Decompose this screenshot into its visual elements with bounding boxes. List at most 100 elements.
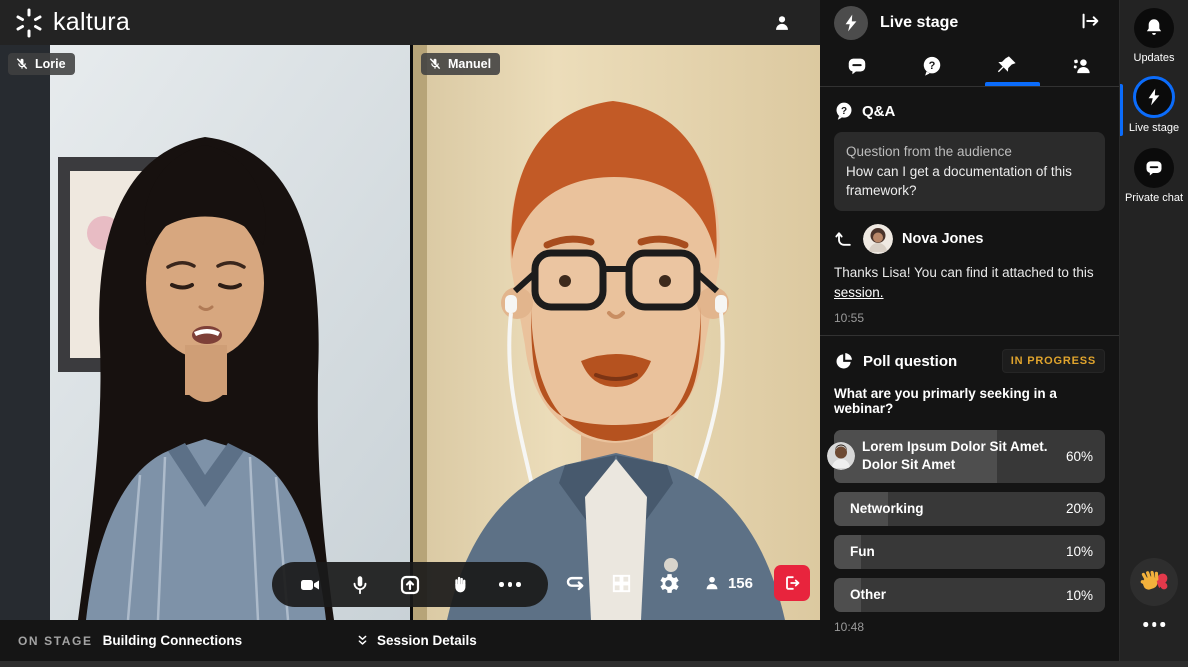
nova-jones-avatar <box>863 223 893 254</box>
reply-header: Nova Jones <box>834 223 1105 254</box>
poll-option-label: Networking <box>850 500 924 516</box>
tab-chat[interactable] <box>820 45 895 86</box>
leave-icon <box>786 576 800 590</box>
double-chevron-down-icon <box>358 635 367 645</box>
rail-item-live-stage[interactable]: Live stage <box>1120 76 1188 134</box>
poll-option[interactable]: Fun 10% <box>834 534 1105 570</box>
raise-hand-button[interactable] <box>440 565 480 605</box>
camera-icon <box>301 579 319 590</box>
session-details-button[interactable]: Session Details <box>355 633 477 648</box>
video-tile-manuel: Manuel <box>413 45 820 620</box>
camera-button[interactable] <box>290 565 330 605</box>
poll-option-percent: 10% <box>1065 587 1093 603</box>
participants-count-button[interactable]: 156 <box>696 563 759 603</box>
poll-option-percent: 20% <box>1065 501 1093 517</box>
bell-icon <box>1134 8 1174 48</box>
video-name-label: Lorie <box>35 57 66 71</box>
grid-view-button[interactable] <box>602 563 642 603</box>
tab-pinned[interactable] <box>970 45 1045 86</box>
more-options-button[interactable] <box>490 565 530 605</box>
view-controls: 156 <box>555 563 810 603</box>
participants-count: 156 <box>727 574 753 592</box>
poll-timestamp: 10:48 <box>834 620 865 635</box>
lorie-video-frame <box>0 45 410 620</box>
video-name-badge-lorie: Lorie <box>8 53 75 75</box>
rail-label: Private chat <box>1124 192 1184 204</box>
pie-chart-icon <box>836 353 852 369</box>
mic-muted-icon <box>429 58 441 70</box>
poll-option[interactable]: Networking 20% <box>834 491 1105 526</box>
collapse-right-icon <box>1082 13 1099 29</box>
brand-logo: kaltura <box>14 8 130 38</box>
session-link[interactable]: session. <box>834 285 884 300</box>
svg-text:?: ? <box>929 60 936 72</box>
svg-text:?: ? <box>841 106 847 117</box>
more-icon <box>1143 622 1165 627</box>
rail-label: Updates <box>1133 52 1175 64</box>
poll-option[interactable]: Lorem Ipsum Dolor Sit Amet. Dolor Sit Am… <box>827 430 1105 483</box>
bottom-strip <box>0 661 1188 667</box>
bottom-bar: ON STAGE Building Connections Session De… <box>0 620 820 661</box>
share-screen-icon <box>400 575 420 594</box>
qa-title: Q&A <box>862 102 896 120</box>
settings-button[interactable] <box>649 563 689 603</box>
video-name-badge-manuel: Manuel <box>421 53 501 75</box>
poll-options: Lorem Ipsum Dolor Sit Amet. Dolor Sit Am… <box>827 430 1105 613</box>
clap-reaction-button[interactable] <box>1130 558 1178 606</box>
session-name: Building Connections <box>102 633 243 648</box>
collapse-panel-button[interactable] <box>1075 6 1105 39</box>
video-name-label: Manuel <box>448 57 492 71</box>
live-stage-panel: Live stage ? ? Q&A Question from the aud… <box>820 0 1120 661</box>
settings-gear-icon <box>660 573 680 593</box>
microphone-button[interactable] <box>340 565 380 605</box>
poll-option[interactable]: Other 10% <box>834 578 1105 613</box>
poll-title: Poll question <box>863 352 958 370</box>
poll-option-label: Other <box>850 587 887 603</box>
qa-timestamp: 10:55 <box>834 311 865 326</box>
qa-section: ? Q&A Question from the audience How can… <box>820 87 1119 335</box>
poll-option-label: Fun <box>850 543 875 559</box>
rail-item-private-chat[interactable]: Private chat <box>1120 148 1188 204</box>
kaltura-starburst-icon <box>16 8 42 37</box>
raise-hand-icon <box>455 576 466 592</box>
profile-button[interactable] <box>766 7 798 39</box>
tab-qa[interactable]: ? <box>895 45 970 86</box>
mic-muted-icon <box>16 58 28 70</box>
poll-option-percent: 60% <box>1065 448 1093 464</box>
microphone-icon <box>353 575 367 594</box>
rail-item-updates[interactable]: Updates <box>1120 8 1188 64</box>
rail-more-button[interactable] <box>1143 622 1165 627</box>
panel-title: Live stage <box>880 13 959 31</box>
main-column: kaltura Lorie Manuel 156 ON STAGE Buildi… <box>0 0 820 661</box>
question-bubble-icon: ? <box>836 102 852 120</box>
poll-option-percent: 10% <box>1065 544 1093 560</box>
video-stage: Lorie Manuel 156 <box>0 45 820 620</box>
panel-header: Live stage <box>820 0 1119 45</box>
share-screen-button[interactable] <box>390 565 430 605</box>
reply-text: Thanks Lisa! You can find it attached to… <box>834 264 1094 280</box>
swap-layout-button[interactable] <box>555 563 595 603</box>
people-icon <box>1073 59 1090 74</box>
rail-label: Live stage <box>1128 122 1180 134</box>
top-bar: kaltura <box>0 0 820 45</box>
participants-icon <box>706 576 718 590</box>
lightning-icon <box>1133 76 1175 118</box>
reply-author-name: Nova Jones <box>902 230 984 247</box>
poll-status-badge: IN PROGRESS <box>1001 349 1105 374</box>
swap-layout-icon <box>566 576 584 591</box>
reply-arrow-icon <box>835 231 851 246</box>
poll-section: Poll question IN PROGRESS What are you p… <box>820 336 1119 634</box>
chat-bubble-icon <box>1134 148 1174 188</box>
quote-source: Question from the audience <box>846 144 1012 159</box>
leave-session-button[interactable] <box>774 565 810 601</box>
session-details-label: Session Details <box>377 633 477 648</box>
video-tile-lorie: Lorie <box>0 45 410 620</box>
stage-avatar-button[interactable] <box>834 5 868 40</box>
navigation-rail: Updates Live stage Private chat <box>1120 0 1188 661</box>
quote-text: How can I get a documentation of this fr… <box>846 163 1072 199</box>
tab-participants[interactable] <box>1044 45 1119 86</box>
clap-reaction-icon <box>1140 570 1168 590</box>
poll-option-label: Lorem Ipsum Dolor Sit Amet. Dolor Sit Am… <box>862 439 1048 473</box>
avatar <box>863 223 893 254</box>
pin-icon <box>998 56 1016 73</box>
